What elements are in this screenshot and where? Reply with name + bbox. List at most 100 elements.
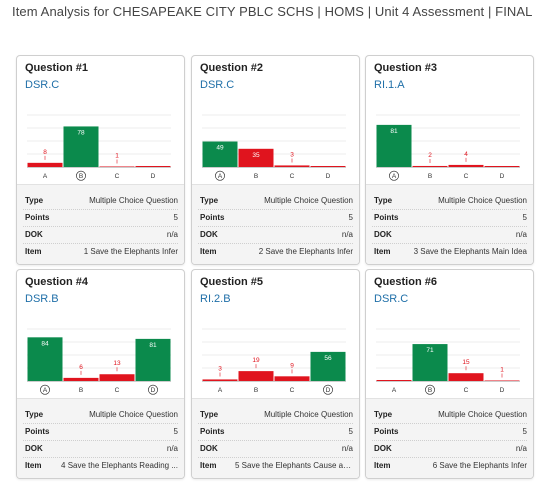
question-card[interactable]: Question #6 DSR.C A 71 B 15 C 1 D Type Multiple Ch… (365, 269, 534, 479)
detail-value-dok: n/a (341, 230, 353, 239)
detail-value-dok: n/a (515, 444, 527, 453)
tick-label-C: C (290, 173, 295, 180)
question-details: Type Multiple Choice Question Points 5 DOK n/… (192, 398, 359, 478)
question-card[interactable]: Question #1 DSR.C 8 A 78 B 1 C D Type Multiple Cho… (16, 55, 185, 265)
detail-label: Points (374, 213, 399, 222)
bar-A (27, 162, 63, 167)
question-details: Type Multiple Choice Question Points 5 DOK n/… (366, 398, 533, 478)
detail-row-dok: DOK n/a (23, 226, 178, 244)
value-label-C: 1 (115, 152, 119, 159)
value-label-C: 4 (464, 151, 468, 158)
tick-label-D: D (326, 387, 331, 394)
detail-value-dok: n/a (515, 230, 527, 239)
tick-label-C: C (115, 173, 120, 180)
detail-row-dok: DOK n/a (372, 226, 527, 244)
detail-value-type: Multiple Choice Question (438, 196, 527, 205)
bar-C (99, 374, 135, 381)
bar-C (274, 165, 310, 167)
detail-label: Points (374, 427, 399, 436)
detail-value-item: 2 Save the Elephants Infer (258, 247, 353, 256)
question-title: Question #6 (374, 276, 437, 288)
detail-label: Type (374, 410, 393, 419)
detail-value-points: 5 (348, 213, 353, 222)
standard-link[interactable]: DSR.C (200, 79, 234, 91)
standard-link[interactable]: DSR.B (25, 293, 59, 305)
value-label-A: 49 (216, 145, 224, 152)
detail-label: Type (374, 196, 393, 205)
detail-label: DOK (374, 230, 392, 239)
bar-C (99, 166, 135, 167)
detail-value-points: 5 (173, 427, 178, 436)
question-title: Question #5 (200, 276, 263, 288)
detail-label: Item (374, 247, 391, 256)
detail-row-dok: DOK n/a (198, 226, 353, 244)
question-details: Type Multiple Choice Question Points 5 DOK n/… (366, 184, 533, 264)
detail-value-dok: n/a (166, 230, 178, 239)
detail-value-dok: n/a (166, 444, 178, 453)
value-label-B: 35 (252, 152, 260, 159)
value-label-D: 81 (149, 342, 157, 349)
question-title: Question #3 (374, 62, 437, 74)
question-title: Question #1 (25, 62, 88, 74)
tick-label-C: C (115, 387, 120, 394)
detail-row-item: Item 2 Save the Elephants Infer (198, 243, 353, 260)
bar-C (448, 164, 484, 167)
detail-value-type: Multiple Choice Question (438, 410, 527, 419)
question-card[interactable]: Question #3 RI.1.A 81 A 2 B 4 C D Type Multiple Ch… (365, 55, 534, 265)
bar-B (238, 371, 274, 381)
question-details: Type Multiple Choice Question Points 5 DOK n/… (17, 184, 184, 264)
tick-label-B: B (428, 173, 432, 180)
detail-row-type: Type Multiple Choice Question (23, 192, 178, 210)
detail-label: Type (200, 410, 219, 419)
tick-label-B: B (254, 387, 258, 394)
answer-distribution-chart: 8 A 78 B 1 C D (27, 114, 171, 181)
detail-value-item: 5 Save the Elephants Cause an... (235, 461, 353, 470)
tick-label-B: B (79, 173, 83, 180)
tick-label-A: A (43, 387, 48, 394)
detail-row-dok: DOK n/a (372, 440, 527, 458)
detail-label: DOK (200, 230, 218, 239)
detail-label: Type (200, 196, 219, 205)
value-label-A: 84 (41, 340, 49, 347)
detail-value-points: 5 (173, 213, 178, 222)
bar-C (448, 373, 484, 381)
detail-row-type: Type Multiple Choice Question (372, 192, 527, 210)
value-label-C: 15 (462, 359, 470, 366)
standard-link[interactable]: RI.2.B (200, 293, 231, 305)
tick-label-C: C (464, 387, 469, 394)
value-label-C: 13 (113, 360, 121, 367)
value-label-C: 3 (290, 151, 294, 158)
detail-label: DOK (374, 444, 392, 453)
value-label-B: 2 (428, 152, 432, 159)
question-card[interactable]: Question #5 RI.2.B 3 A 19 B 9 C 56 D Type Multiple … (191, 269, 360, 479)
detail-label: Item (200, 247, 217, 256)
question-card[interactable]: Question #4 DSR.B 84 A 6 B 13 C 81 D Type Multiple … (16, 269, 185, 479)
detail-row-item: Item 1 Save the Elephants Infer (23, 243, 178, 260)
detail-row-item: Item 3 Save the Elephants Main Idea (372, 243, 527, 260)
detail-value-type: Multiple Choice Question (89, 196, 178, 205)
detail-value-type: Multiple Choice Question (89, 410, 178, 419)
value-label-B: 19 (252, 357, 260, 364)
standard-link[interactable]: RI.1.A (374, 79, 405, 91)
question-card[interactable]: Question #2 DSR.C 49 A 35 B 3 C D Type Multiple Ch… (191, 55, 360, 265)
detail-value-points: 5 (522, 427, 527, 436)
standard-link[interactable]: DSR.C (25, 79, 59, 91)
tick-label-A: A (43, 173, 48, 180)
tick-label-C: C (464, 173, 469, 180)
detail-value-item: 6 Save the Elephants Infer (432, 461, 527, 470)
value-label-D: 1 (500, 366, 504, 373)
detail-value-points: 5 (348, 427, 353, 436)
detail-label: DOK (25, 230, 43, 239)
detail-value-item: 1 Save the Elephants Infer (83, 247, 178, 256)
page-title: Item Analysis for CHESAPEAKE CITY PBLC S… (12, 4, 533, 19)
tick-label-B: B (254, 173, 258, 180)
bar-B (63, 377, 99, 381)
detail-row-type: Type Multiple Choice Question (198, 406, 353, 424)
detail-label: Type (25, 196, 44, 205)
detail-label: Item (374, 461, 391, 470)
tick-label-A: A (392, 387, 397, 394)
detail-row-points: Points 5 (198, 423, 353, 441)
standard-link[interactable]: DSR.C (374, 293, 408, 305)
detail-row-dok: DOK n/a (23, 440, 178, 458)
detail-value-item: 3 Save the Elephants Main Idea (413, 247, 527, 256)
